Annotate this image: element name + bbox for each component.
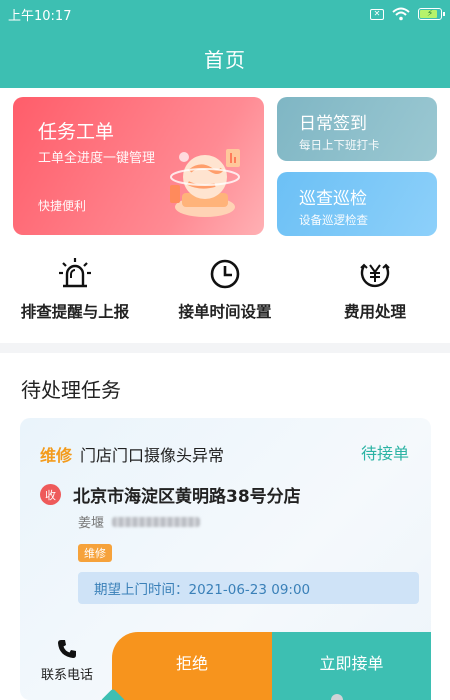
daily-sign-in-card[interactable]: 日常签到 每日上下班打卡: [277, 97, 437, 161]
contact-name: 姜堰: [78, 516, 105, 531]
sim-icon: ✕: [370, 8, 384, 20]
quick-actions: 排查提醒与上报 接单时间设置 费用处理: [0, 250, 450, 330]
status-time: 上午10:17: [8, 8, 72, 24]
yen-coin-icon: [360, 263, 390, 288]
patrol-title: 巡查巡检: [299, 189, 367, 209]
task-status: 待接单: [360, 444, 409, 463]
contact-row: 姜堰: [78, 512, 201, 531]
receive-badge: 收: [40, 484, 61, 505]
quick-action-label: 接单时间设置: [178, 303, 272, 321]
task-type: 维修: [40, 446, 73, 465]
task-order-card[interactable]: 任务工单 工单全进度一键管理 快捷便利: [13, 97, 264, 235]
globe-illustration-icon: [170, 149, 240, 217]
accept-order-button[interactable]: 立即接单: [272, 632, 431, 700]
sign-in-subtitle: 每日上下班打卡: [299, 138, 380, 152]
address-row: 收 北京市海淀区黄明路38号分店: [40, 482, 301, 507]
patrol-inspection-card[interactable]: 巡查巡检 设备巡逻检查: [277, 172, 437, 236]
page-title: 首页: [204, 48, 246, 72]
quick-action-label: 费用处理: [343, 303, 406, 321]
contact-phone-redacted: [112, 516, 201, 527]
wifi-icon: [392, 7, 410, 21]
charging-icon: ⚡: [426, 8, 434, 19]
task-card-subtitle: 工单全进度一键管理: [38, 151, 156, 166]
quick-action-order-time[interactable]: 接单时间设置: [150, 250, 300, 330]
phone-icon: [58, 640, 76, 658]
task-address: 北京市海淀区黄明路38号分店: [73, 487, 301, 507]
tab-profile-indicator[interactable]: [331, 694, 343, 700]
task-category-tag: 维修: [78, 544, 112, 562]
status-icons: ✕ ⚡: [370, 7, 445, 21]
quick-action-fee-processing[interactable]: 费用处理: [300, 250, 450, 330]
contact-phone-button[interactable]: 联系电话: [30, 638, 104, 686]
task-card-footer: 快捷便利: [38, 199, 87, 213]
task-title: 门店门口摄像头异常: [80, 446, 225, 465]
quick-action-inspection-report[interactable]: 排查提醒与上报: [0, 250, 150, 330]
pending-section-title: 待处理任务: [21, 378, 121, 402]
reject-button[interactable]: 拒绝: [112, 632, 272, 700]
task-card-title: 任务工单: [38, 121, 115, 143]
contact-phone-label: 联系电话: [40, 668, 93, 683]
clock-icon: [210, 259, 240, 289]
sign-in-title: 日常签到: [299, 114, 367, 134]
status-bar: 上午10:17 ✕ ⚡: [0, 0, 450, 28]
expected-time: 期望上门时间：2021-06-23 09:00: [78, 572, 419, 604]
quick-action-label: 排查提醒与上报: [20, 303, 130, 321]
battery-icon: ⚡: [418, 8, 445, 20]
alarm-siren-icon: [59, 258, 91, 288]
patrol-subtitle: 设备巡逻检查: [299, 213, 368, 227]
task-header-row: 维修 门店门口摄像头异常: [40, 442, 224, 466]
